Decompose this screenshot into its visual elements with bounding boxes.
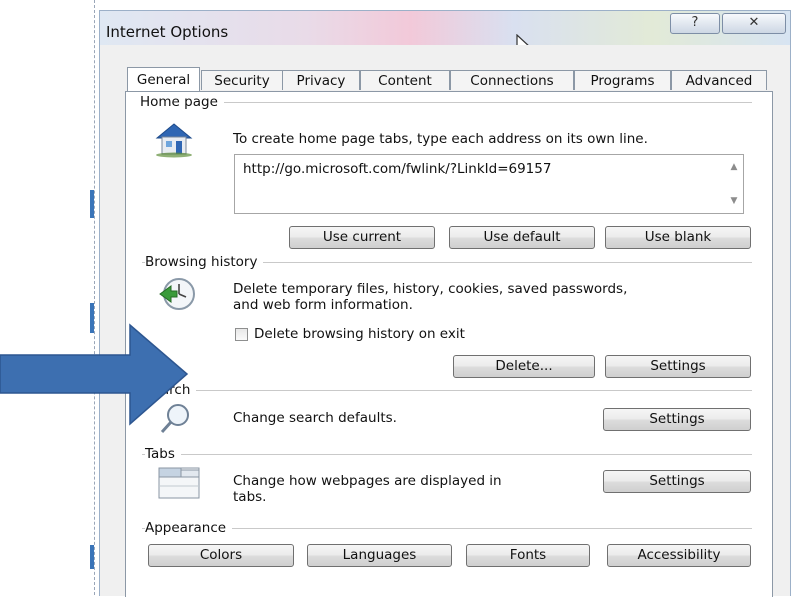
tabs-description-line1: Change how webpages are displayed in xyxy=(233,473,502,489)
delete-button[interactable]: Delete... xyxy=(453,355,595,378)
tab-advanced[interactable]: Advanced xyxy=(671,70,767,90)
tab-connections[interactable]: Connections xyxy=(450,70,574,90)
window-title: Internet Options xyxy=(106,23,229,41)
delete-on-exit-checkbox[interactable] xyxy=(235,328,248,341)
fonts-button[interactable]: Fonts xyxy=(466,544,590,567)
browsing-history-settings-button[interactable]: Settings xyxy=(605,355,751,378)
help-button[interactable]: ? xyxy=(670,13,720,34)
home-page-instructions: To create home page tabs, type each addr… xyxy=(233,131,648,147)
delete-on-exit-label[interactable]: Delete browsing history on exit xyxy=(254,326,465,342)
tab-content[interactable]: Content xyxy=(360,70,450,90)
dialog-client-area: General Security Privacy Content Connect… xyxy=(100,45,790,597)
tab-programs[interactable]: Programs xyxy=(574,70,671,90)
tabs-group-line xyxy=(142,454,752,455)
title-bar[interactable]: Internet Options ? ✕ xyxy=(100,11,790,56)
home-page-address-value: http://go.microsoft.com/fwlink/?LinkId=6… xyxy=(243,161,552,177)
general-tab-panel: Home page To create home page tabs, type… xyxy=(125,91,773,597)
accessibility-button[interactable]: Accessibility xyxy=(607,544,751,567)
scroll-down-icon[interactable]: ▼ xyxy=(728,195,740,207)
tabs-settings-button[interactable]: Settings xyxy=(603,470,751,493)
tab-general[interactable]: General xyxy=(127,67,200,91)
background-accent xyxy=(90,190,94,218)
search-description: Change search defaults. xyxy=(233,410,397,426)
annotation-arrow-icon xyxy=(0,323,189,426)
internet-options-dialog: Internet Options ? ✕ General Security Pr… xyxy=(99,10,791,597)
appearance-group-line xyxy=(142,528,752,529)
home-page-icon xyxy=(155,123,193,158)
tab-privacy[interactable]: Privacy xyxy=(282,70,360,90)
close-button[interactable]: ✕ xyxy=(722,13,786,34)
tabs-group-label: Tabs xyxy=(145,446,181,462)
background-window-edge xyxy=(0,0,96,595)
home-page-group-label: Home page xyxy=(140,94,224,110)
languages-button[interactable]: Languages xyxy=(307,544,452,567)
dashed-edge-divider xyxy=(94,0,95,595)
search-group-line xyxy=(142,390,752,391)
scroll-up-icon[interactable]: ▲ xyxy=(728,161,740,173)
browsing-history-description-line1: Delete temporary files, history, cookies… xyxy=(233,281,628,297)
home-page-address-box[interactable]: http://go.microsoft.com/fwlink/?LinkId=6… xyxy=(234,154,744,214)
browsing-history-description-line2: and web form information. xyxy=(233,297,413,313)
appearance-group-label: Appearance xyxy=(145,520,233,536)
colors-button[interactable]: Colors xyxy=(148,544,294,567)
tab-security[interactable]: Security xyxy=(201,70,283,90)
background-accent xyxy=(90,545,94,569)
home-page-group-line xyxy=(142,102,752,103)
tabs-window-icon xyxy=(158,467,200,499)
tabs-description-line2: tabs. xyxy=(233,489,267,505)
search-settings-button[interactable]: Settings xyxy=(603,408,751,431)
browsing-history-group-label: Browsing history xyxy=(145,254,264,270)
history-clock-icon xyxy=(159,278,195,310)
use-current-button[interactable]: Use current xyxy=(289,226,435,249)
use-blank-button[interactable]: Use blank xyxy=(605,226,751,249)
use-default-button[interactable]: Use default xyxy=(449,226,595,249)
